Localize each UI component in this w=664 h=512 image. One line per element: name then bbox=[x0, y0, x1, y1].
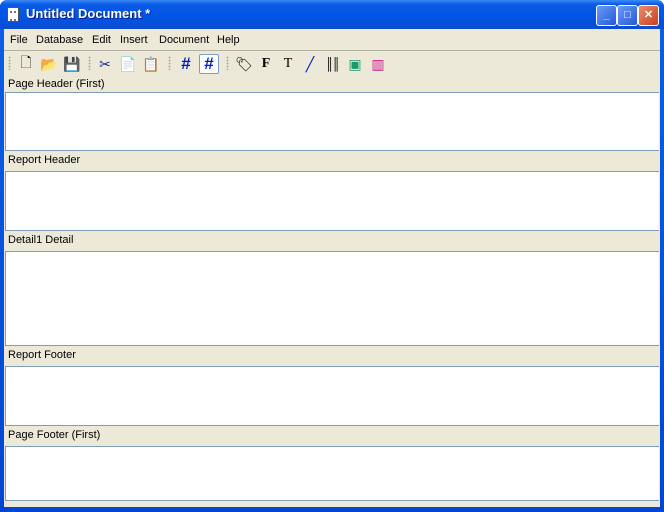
title-bar[interactable]: Untitled Document * _ □ ✕ bbox=[0, 0, 664, 29]
section-band-report-footer[interactable]: Report Footer bbox=[5, 346, 659, 367]
new-document-icon[interactable]: 🗋 bbox=[16, 54, 36, 74]
section-area-report-footer[interactable] bbox=[5, 367, 659, 426]
menu-edit[interactable]: Edit bbox=[92, 34, 111, 46]
document-icon bbox=[7, 7, 19, 22]
maximize-button[interactable]: □ bbox=[617, 5, 638, 26]
text-icon[interactable]: T bbox=[278, 54, 298, 74]
section-area-detail[interactable] bbox=[5, 252, 659, 346]
section-area-report-header[interactable] bbox=[5, 172, 659, 231]
menu-insert[interactable]: Insert bbox=[120, 34, 148, 46]
section-area-page-footer[interactable] bbox=[5, 447, 659, 501]
toolbar: 🗋 📂 💾 ✂ 📄 📋 # # 🏷 F T ╱ ║║ ▣ ▥ bbox=[4, 52, 660, 75]
paste-icon[interactable]: 📋 bbox=[141, 54, 161, 74]
line-icon[interactable]: ╱ bbox=[300, 54, 320, 74]
menu-file[interactable]: File bbox=[10, 34, 28, 46]
section-label: Detail1 Detail bbox=[8, 234, 74, 246]
image-icon[interactable]: ▣ bbox=[345, 54, 365, 74]
menu-database[interactable]: Database bbox=[36, 34, 83, 46]
section-label: Page Footer (First) bbox=[8, 429, 101, 441]
toolbar-grip[interactable] bbox=[8, 56, 11, 70]
chart-icon[interactable]: ▥ bbox=[368, 54, 388, 74]
section-label: Page Header (First) bbox=[8, 78, 105, 90]
section-band-page-footer[interactable]: Page Footer (First) bbox=[5, 426, 659, 447]
section-area-page-header[interactable] bbox=[5, 93, 659, 151]
open-folder-icon[interactable]: 📂 bbox=[39, 54, 59, 74]
field-icon[interactable]: F bbox=[256, 54, 276, 74]
client-area: File Database Edit Insert Document Help … bbox=[4, 29, 660, 507]
save-icon[interactable]: 💾 bbox=[62, 54, 82, 74]
grid-icon[interactable]: # bbox=[176, 54, 196, 74]
toolbar-grip[interactable] bbox=[226, 56, 229, 70]
menu-document[interactable]: Document bbox=[159, 34, 209, 46]
section-band-detail[interactable]: Detail1 Detail bbox=[5, 231, 659, 252]
snap-to-grid-icon[interactable]: # bbox=[199, 54, 219, 74]
menu-help[interactable]: Help bbox=[217, 34, 240, 46]
minimize-button[interactable]: _ bbox=[596, 5, 617, 26]
section-label: Report Header bbox=[8, 154, 81, 166]
barcode-icon[interactable]: ║║ bbox=[322, 54, 342, 74]
application-window: Untitled Document * _ □ ✕ File Database … bbox=[0, 0, 664, 512]
section-band-report-header[interactable]: Report Header bbox=[5, 151, 659, 172]
section-band-page-header[interactable]: Page Header (First) bbox=[5, 75, 659, 93]
copy-icon[interactable]: 📄 bbox=[118, 54, 138, 74]
cut-icon[interactable]: ✂ bbox=[95, 54, 115, 74]
label-tag-icon[interactable]: 🏷 bbox=[234, 54, 254, 74]
menu-bar: File Database Edit Insert Document Help bbox=[4, 29, 660, 51]
window-title: Untitled Document * bbox=[26, 6, 151, 21]
toolbar-grip[interactable] bbox=[88, 56, 91, 70]
toolbar-grip[interactable] bbox=[168, 56, 171, 70]
close-button[interactable]: ✕ bbox=[638, 5, 659, 26]
section-label: Report Footer bbox=[8, 349, 76, 361]
